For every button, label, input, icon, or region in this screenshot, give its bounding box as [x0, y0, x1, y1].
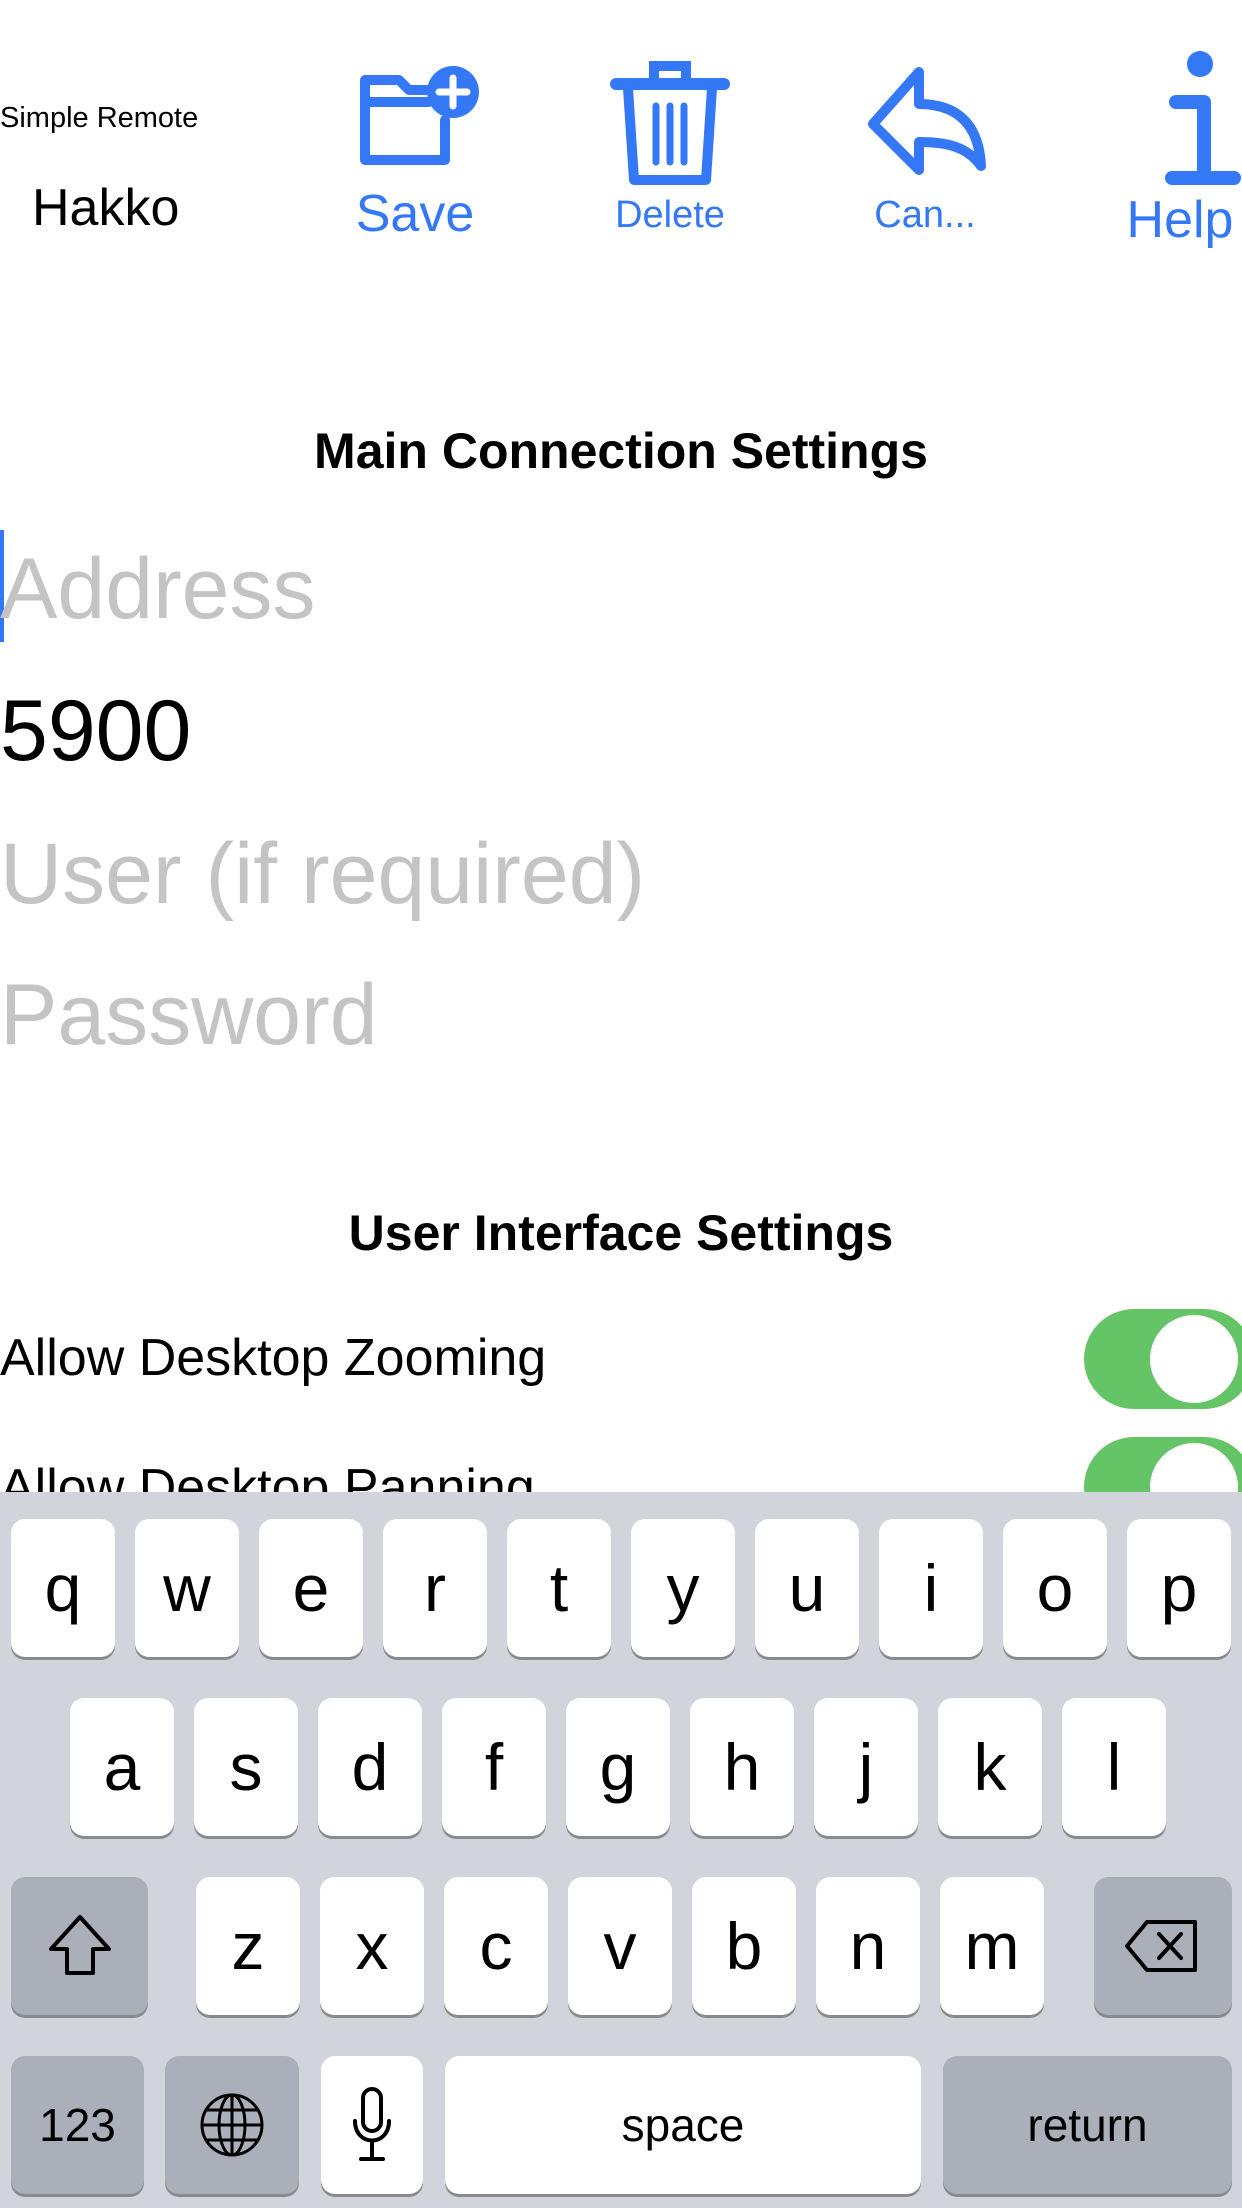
password-field[interactable]: Password — [0, 966, 378, 1065]
delete-button[interactable]: Delete — [580, 50, 760, 237]
cancel-label: Can... — [874, 194, 976, 236]
dictation-key[interactable] — [321, 2056, 423, 2194]
key-z[interactable]: z — [196, 1877, 300, 2015]
key-i[interactable]: i — [879, 1519, 983, 1657]
app-name: Simple Remote — [0, 102, 199, 134]
key-c[interactable]: c — [444, 1877, 548, 2015]
help-button[interactable]: Help — [1090, 50, 1242, 250]
globe-icon — [200, 2093, 264, 2157]
microphone-icon — [353, 2087, 391, 2161]
return-key[interactable]: return — [943, 2056, 1232, 2194]
address-field[interactable]: Address — [0, 540, 316, 639]
key-v[interactable]: v — [568, 1877, 672, 2015]
save-button[interactable]: Save — [325, 50, 505, 244]
allow-zooming-label: Allow Desktop Zooming — [0, 1329, 547, 1387]
info-icon — [1165, 51, 1241, 185]
allow-zooming-toggle[interactable] — [1084, 1309, 1242, 1409]
toggle-knob — [1150, 1315, 1238, 1403]
key-k[interactable]: k — [938, 1698, 1042, 1836]
keyboard: qwertyuiop asdfghjkl zxcvbnm 123 space ret… — [0, 1492, 1242, 2208]
cancel-button[interactable]: Can... — [835, 50, 1015, 237]
key-w[interactable]: w — [135, 1519, 239, 1657]
key-e[interactable]: e — [259, 1519, 363, 1657]
shift-key[interactable] — [11, 1877, 148, 2015]
backspace-icon — [1125, 1920, 1197, 1972]
trash-icon — [610, 61, 730, 185]
key-b[interactable]: b — [692, 1877, 796, 2015]
key-l[interactable]: l — [1062, 1698, 1166, 1836]
user-interface-settings-heading: User Interface Settings — [348, 1205, 894, 1261]
key-n[interactable]: n — [816, 1877, 920, 2015]
connection-name: Hakko — [32, 179, 180, 237]
shift-icon — [48, 1915, 111, 1975]
key-u[interactable]: u — [755, 1519, 859, 1657]
key-g[interactable]: g — [566, 1698, 670, 1836]
key-s[interactable]: s — [194, 1698, 298, 1836]
main-connection-settings-heading: Main Connection Settings — [314, 423, 928, 479]
reply-arrow-icon — [868, 67, 986, 175]
save-label: Save — [355, 185, 475, 243]
numbers-key[interactable]: 123 — [11, 2056, 144, 2194]
backspace-key[interactable] — [1094, 1877, 1232, 2015]
key-t[interactable]: t — [507, 1519, 611, 1657]
key-y[interactable]: y — [631, 1519, 735, 1657]
key-a[interactable]: a — [70, 1698, 174, 1836]
help-label: Help — [1126, 191, 1234, 249]
key-r[interactable]: r — [383, 1519, 487, 1657]
user-field[interactable]: User (if required) — [0, 825, 645, 924]
folder-plus-icon — [360, 66, 479, 165]
key-d[interactable]: d — [318, 1698, 422, 1836]
space-key[interactable]: space — [445, 2056, 921, 2194]
port-field[interactable]: 5900 — [0, 682, 191, 781]
key-m[interactable]: m — [940, 1877, 1044, 2015]
key-j[interactable]: j — [814, 1698, 918, 1836]
globe-key[interactable] — [165, 2056, 299, 2194]
key-f[interactable]: f — [442, 1698, 546, 1836]
delete-label: Delete — [615, 194, 725, 236]
key-h[interactable]: h — [690, 1698, 794, 1836]
key-p[interactable]: p — [1127, 1519, 1231, 1657]
key-o[interactable]: o — [1003, 1519, 1107, 1657]
key-q[interactable]: q — [11, 1519, 115, 1657]
key-x[interactable]: x — [320, 1877, 424, 2015]
